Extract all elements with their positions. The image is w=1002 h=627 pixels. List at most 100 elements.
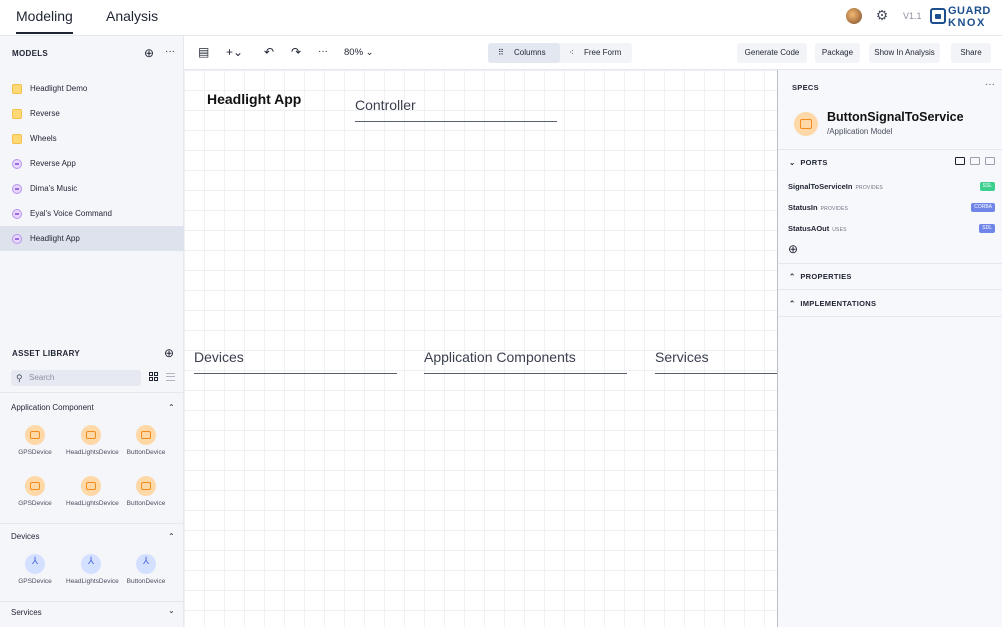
asset-item[interactable]: GPSDevice [10, 554, 60, 586]
asset-item[interactable]: ButtonDevice [121, 476, 171, 508]
port-kind: PROVIDES [855, 185, 883, 191]
asset-label: ButtonDevice [126, 578, 166, 585]
chevron-up-icon[interactable]: ⌃ [168, 532, 175, 541]
column-application-components[interactable]: Application Components [424, 349, 627, 374]
asset-label: GPSDevice [18, 500, 52, 507]
asset-item[interactable]: HeadLightsDevice [66, 476, 119, 508]
specs-header: SPECS [792, 83, 819, 92]
asset-item[interactable]: HeadLightsDevice [66, 554, 119, 586]
avatar[interactable] [846, 8, 862, 24]
category-devices[interactable]: Devices [11, 532, 39, 541]
view-mode-toggle: ⠿ Columns ⁖ Free Form [488, 43, 632, 63]
zoom-select[interactable]: 80% ⌄ [344, 47, 374, 58]
properties-section-toggle[interactable]: ⌃ PROPERTIES [789, 272, 852, 281]
category-app-components[interactable]: Application Component [11, 403, 94, 412]
add-model-icon[interactable]: ⊕ [144, 47, 154, 59]
asset-item[interactable]: GPSDevice [10, 476, 60, 508]
port-view-diagram-icon[interactable] [955, 157, 965, 165]
tab-analysis[interactable]: Analysis [106, 0, 158, 34]
component-icon [81, 476, 101, 496]
top-bar: Modeling Analysis ⚙ V1.1 GUARD KNOX [0, 0, 1002, 36]
guardknox-logo: GUARD KNOX [930, 4, 992, 30]
port-row[interactable]: SignalToServiceIn PROVIDES SSL [788, 182, 995, 194]
category-services[interactable]: Services [11, 608, 42, 617]
gear-icon[interactable]: ⚙ [874, 7, 890, 23]
model-item[interactable]: Reverse App [0, 151, 184, 176]
port-name: StatusIn [788, 203, 818, 212]
component-icon [136, 425, 156, 445]
grid-view-icon[interactable] [149, 372, 159, 382]
chevron-down-icon: ⌄ [789, 158, 796, 167]
asset-label: GPSDevice [18, 578, 52, 585]
search-input[interactable]: ⚲ Search [11, 370, 141, 386]
add-asset-icon[interactable]: ⊕ [164, 347, 174, 359]
model-item-label: Dima's Music [30, 184, 78, 193]
tab-modeling[interactable]: Modeling [16, 0, 73, 34]
folder-icon [12, 108, 22, 119]
version-label: V1.1 [903, 11, 922, 21]
model-item-label: Headlight Demo [30, 84, 88, 93]
app-title: Headlight App [207, 91, 302, 107]
more-options-icon[interactable]: ··· [985, 79, 995, 90]
asset-label: ButtonDevice [126, 449, 166, 456]
asset-item[interactable]: ButtonDevice [121, 554, 171, 586]
column-devices[interactable]: Devices [194, 349, 397, 374]
asset-label: HeadLightsDevice [66, 578, 119, 585]
app-icon [12, 208, 22, 219]
component-icon [794, 112, 818, 136]
model-item-label: Wheels [30, 134, 57, 143]
asset-label: HeadLightsDevice [66, 500, 119, 507]
asset-item[interactable]: HeadLightsDevice [66, 425, 119, 457]
ports-section-toggle[interactable]: ⌄ PORTS [789, 158, 828, 167]
port-row[interactable]: StatusIn PROVIDES CORBA [788, 203, 995, 215]
modeling-canvas[interactable]: Headlight App Controller Devices Applica… [184, 70, 777, 627]
more-options-icon[interactable]: ··· [318, 45, 328, 59]
layout-icon[interactable]: ▤ [198, 45, 209, 59]
model-item[interactable]: Reverse [0, 101, 184, 126]
implementations-section-toggle[interactable]: ⌃ IMPLEMENTATIONS [789, 299, 876, 308]
ports-header: PORTS [800, 158, 828, 167]
port-view-table-icon[interactable] [985, 157, 995, 165]
device-icon [136, 554, 156, 574]
asset-label: HeadLightsDevice [66, 449, 119, 456]
add-port-icon[interactable]: ⊕ [788, 243, 800, 255]
columns-view-button[interactable]: ⠿ Columns [488, 43, 560, 63]
component-icon [136, 476, 156, 496]
generate-code-button[interactable]: Generate Code [737, 43, 807, 63]
free-form-view-button[interactable]: ⁖ Free Form [562, 43, 632, 63]
app-icon [12, 183, 22, 194]
port-protocol-badge: SSL [979, 182, 995, 191]
model-item[interactable]: Wheels [0, 126, 184, 151]
undo-icon[interactable]: ↶ [264, 45, 274, 59]
port-row[interactable]: StatusAOut USES SDL [788, 224, 995, 236]
asset-library-header: ASSET LIBRARY [12, 349, 81, 358]
column-services[interactable]: Services [655, 349, 777, 374]
port-view-toggle[interactable] [955, 157, 997, 167]
package-button[interactable]: Package [815, 43, 860, 63]
redo-icon[interactable]: ↷ [291, 45, 301, 59]
list-view-icon[interactable] [166, 373, 175, 381]
asset-item[interactable]: GPSDevice [10, 425, 60, 457]
columns-icon: ⠿ [498, 48, 504, 57]
model-item-selected[interactable]: Headlight App [0, 226, 184, 251]
share-button[interactable]: Share [951, 43, 991, 63]
models-header: MODELS [12, 49, 49, 58]
chevron-down-icon[interactable]: ⌄ [168, 606, 175, 615]
column-controller[interactable]: Controller [355, 97, 557, 122]
properties-header: PROPERTIES [800, 272, 852, 281]
model-item-label: Reverse [30, 109, 60, 118]
model-item-label: Reverse App [30, 159, 76, 168]
logo-text-line2: KNOX [948, 17, 986, 29]
model-item[interactable]: Headlight Demo [0, 76, 184, 101]
model-item[interactable]: Dima's Music [0, 176, 184, 201]
asset-item[interactable]: ButtonDevice [121, 425, 171, 457]
port-view-list-icon[interactable] [970, 157, 980, 165]
model-item[interactable]: Eyal's Voice Command [0, 201, 184, 226]
more-options-icon[interactable]: ··· [165, 46, 175, 58]
folder-icon [12, 83, 22, 94]
add-dropdown-icon[interactable]: +⌄ [226, 45, 243, 59]
port-name: StatusAOut [788, 224, 830, 233]
chevron-up-icon[interactable]: ⌃ [168, 403, 175, 412]
chevron-up-icon: ⌃ [789, 299, 796, 308]
show-in-analysis-button[interactable]: Show In Analysis [869, 43, 940, 63]
